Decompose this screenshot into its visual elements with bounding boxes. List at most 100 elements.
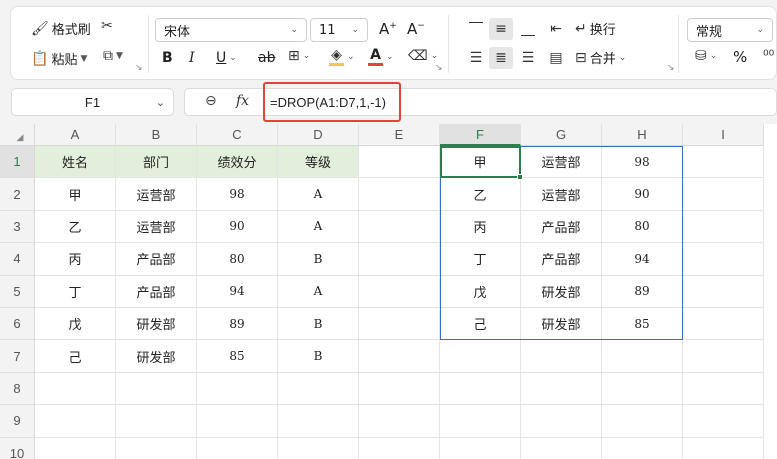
row-header-1[interactable]: 1 bbox=[0, 146, 35, 179]
column-header-c[interactable]: C bbox=[197, 124, 278, 146]
align-bottom-button[interactable]: ⎽ bbox=[517, 18, 539, 40]
row-header-6[interactable]: 6 bbox=[0, 308, 35, 341]
cell-f8[interactable] bbox=[440, 372, 521, 406]
cell-b6[interactable]: 研发部 bbox=[116, 308, 197, 341]
cell-b2[interactable]: 运营部 bbox=[116, 178, 197, 211]
font-color-button[interactable]: A ⌄ bbox=[368, 48, 394, 66]
cell-d10[interactable] bbox=[278, 437, 359, 459]
row-header-9[interactable]: 9 bbox=[0, 405, 35, 438]
cell-b7[interactable]: 研发部 bbox=[116, 340, 197, 373]
cell-g10[interactable] bbox=[521, 437, 602, 459]
merge-button[interactable]: ⊟ 合并 ⌄ bbox=[575, 48, 626, 68]
cell-i1[interactable] bbox=[683, 146, 764, 179]
align-top-button[interactable]: ⎺ bbox=[465, 18, 487, 40]
cell-i10[interactable] bbox=[683, 437, 764, 459]
cell-d2[interactable]: A bbox=[278, 178, 359, 211]
cell-a4[interactable]: 丙 bbox=[35, 243, 116, 276]
cell-d7[interactable]: B bbox=[278, 340, 359, 373]
cell-c4[interactable]: 80 bbox=[197, 243, 278, 276]
cell-i9[interactable] bbox=[683, 405, 764, 438]
currency-button[interactable]: ⛁ ⌄ bbox=[695, 49, 717, 63]
font-size-select[interactable]: 11 ⌄ bbox=[310, 18, 368, 42]
cell-g2[interactable]: 运营部 bbox=[521, 178, 602, 211]
clipboard-expand-icon[interactable]: ↘ bbox=[135, 63, 143, 73]
cell-e8[interactable] bbox=[359, 372, 440, 406]
cell-g4[interactable]: 产品部 bbox=[521, 243, 602, 276]
cell-i3[interactable] bbox=[683, 210, 764, 244]
italic-button[interactable]: I bbox=[189, 50, 195, 66]
alignment-expand-icon[interactable]: ↘ bbox=[667, 63, 675, 73]
cell-i8[interactable] bbox=[683, 372, 764, 406]
cell-f6[interactable]: 己 bbox=[440, 308, 521, 341]
align-right-button[interactable]: ☰ bbox=[517, 47, 539, 69]
zoom-icon[interactable]: ⊖ bbox=[205, 93, 217, 109]
fill-handle[interactable] bbox=[517, 174, 523, 181]
cell-b4[interactable]: 产品部 bbox=[116, 243, 197, 276]
cell-a1[interactable]: 姓名 bbox=[35, 146, 116, 179]
cell-h8[interactable] bbox=[602, 372, 683, 406]
font-name-select[interactable]: 宋体 ⌄ bbox=[155, 18, 307, 42]
strikethrough-button[interactable]: ab bbox=[258, 50, 275, 66]
cell-c7[interactable]: 85 bbox=[197, 340, 278, 373]
cell-g5[interactable]: 研发部 bbox=[521, 275, 602, 308]
cell-f5[interactable]: 戊 bbox=[440, 275, 521, 308]
cell-d9[interactable] bbox=[278, 405, 359, 438]
cell-h10[interactable] bbox=[602, 437, 683, 459]
number-format-select[interactable]: 常规 ⌄ bbox=[687, 18, 773, 42]
column-header-a[interactable]: A bbox=[35, 124, 116, 146]
format-painter-button[interactable]: 🖌 格式刷 bbox=[31, 19, 91, 39]
cell-c6[interactable]: 89 bbox=[197, 308, 278, 341]
spreadsheet-grid[interactable]: ◢ A B C D E F G H I 1 姓名 部门 绩效分 等级甲运营部 98 2 甲运营部 98 A 乙运营部 90… bbox=[0, 124, 777, 459]
cell-f3[interactable]: 丙 bbox=[440, 210, 521, 244]
cell-a10[interactable] bbox=[35, 437, 116, 459]
cell-i4[interactable] bbox=[683, 243, 764, 276]
cell-b5[interactable]: 产品部 bbox=[116, 275, 197, 308]
cell-f4[interactable]: 丁 bbox=[440, 243, 521, 276]
cell-i7[interactable] bbox=[683, 340, 764, 373]
cell-a6[interactable]: 戊 bbox=[35, 308, 116, 341]
border-button[interactable]: ⊞ ⌄ bbox=[288, 49, 310, 63]
cell-b3[interactable]: 运营部 bbox=[116, 210, 197, 244]
cell-c3[interactable]: 90 bbox=[197, 210, 278, 244]
cell-h3[interactable]: 80 bbox=[602, 210, 683, 244]
cell-c10[interactable] bbox=[197, 437, 278, 459]
cell-c8[interactable] bbox=[197, 372, 278, 406]
cell-c2[interactable]: 98 bbox=[197, 178, 278, 211]
align-center-button[interactable]: ≣ bbox=[489, 47, 513, 69]
cell-a3[interactable]: 乙 bbox=[35, 210, 116, 244]
cell-b8[interactable] bbox=[116, 372, 197, 406]
underline-button[interactable]: U ⌄ bbox=[216, 50, 237, 66]
row-header-3[interactable]: 3 bbox=[0, 210, 35, 244]
row-header-7[interactable]: 7 bbox=[0, 340, 35, 373]
font-expand-icon[interactable]: ↘ bbox=[435, 63, 443, 73]
name-box[interactable]: F1 ⌄ bbox=[11, 88, 174, 116]
column-header-d[interactable]: D bbox=[278, 124, 359, 146]
cell-c9[interactable] bbox=[197, 405, 278, 438]
row-header-10[interactable]: 10 bbox=[0, 437, 35, 459]
row-header-2[interactable]: 2 bbox=[0, 178, 35, 211]
column-header-g[interactable]: G bbox=[521, 124, 602, 146]
cell-a7[interactable]: 己 bbox=[35, 340, 116, 373]
comma-style-button[interactable]: ⁰⁰ bbox=[763, 49, 774, 63]
cell-i6[interactable] bbox=[683, 308, 764, 341]
cell-h1[interactable]: 98 bbox=[602, 146, 683, 179]
cell-e9[interactable] bbox=[359, 405, 440, 438]
cell-e3[interactable] bbox=[359, 210, 440, 244]
percent-button[interactable]: % bbox=[733, 48, 747, 66]
align-middle-button[interactable]: ≡ bbox=[489, 18, 513, 40]
cell-f10[interactable] bbox=[440, 437, 521, 459]
cell-a9[interactable] bbox=[35, 405, 116, 438]
cell-e4[interactable] bbox=[359, 243, 440, 276]
cell-a8[interactable] bbox=[35, 372, 116, 406]
cell-c1[interactable]: 绩效分 bbox=[197, 146, 278, 179]
cell-b9[interactable] bbox=[116, 405, 197, 438]
cell-d5[interactable]: A bbox=[278, 275, 359, 308]
copy-button[interactable]: ⧉ ▼ bbox=[103, 49, 123, 63]
cell-f7[interactable] bbox=[440, 340, 521, 373]
cell-e7[interactable] bbox=[359, 340, 440, 373]
decrease-font-button[interactable]: A− bbox=[407, 20, 425, 38]
cell-f1[interactable]: 甲 bbox=[440, 146, 521, 179]
cell-h2[interactable]: 90 bbox=[602, 178, 683, 211]
cell-d3[interactable]: A bbox=[278, 210, 359, 244]
cell-b10[interactable] bbox=[116, 437, 197, 459]
